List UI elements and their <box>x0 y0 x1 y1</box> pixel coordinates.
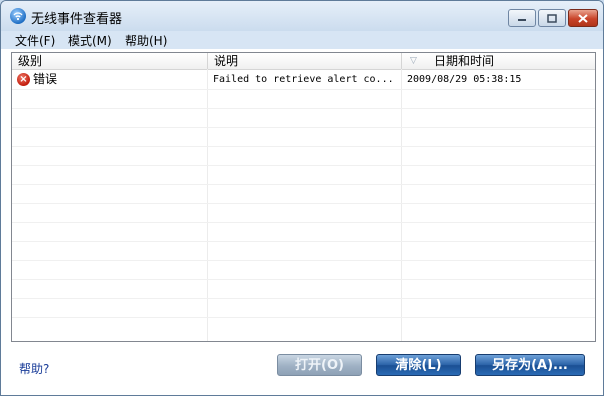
open-button[interactable]: 打开(O) <box>277 354 362 376</box>
column-divider <box>207 69 208 341</box>
title-bar[interactable]: 无线事件查看器 <box>1 1 603 31</box>
grid-line <box>12 127 595 128</box>
minimize-icon <box>518 19 526 21</box>
column-header-datetime-label: 日期和时间 <box>434 54 495 68</box>
close-button[interactable] <box>568 9 598 27</box>
event-list[interactable]: 级别 说明 ▽ 日期和时间 × 错误 Failed to retrieve al… <box>11 52 596 342</box>
column-divider <box>401 69 402 341</box>
maximize-button[interactable] <box>538 9 566 27</box>
column-header-level[interactable]: 级别 <box>12 53 208 69</box>
client-area: 级别 说明 ▽ 日期和时间 × 错误 Failed to retrieve al… <box>1 49 603 395</box>
table-row[interactable]: × 错误 Failed to retrieve alert co... 2009… <box>12 70 595 89</box>
menu-help[interactable]: 帮助(H) <box>125 32 167 49</box>
window-title: 无线事件查看器 <box>31 12 123 27</box>
grid-line <box>12 203 595 204</box>
grid-line <box>12 184 595 185</box>
save-as-button[interactable]: 另存为(A)... <box>475 354 585 376</box>
grid-line <box>12 260 595 261</box>
minimize-button[interactable] <box>508 9 536 27</box>
maximize-icon <box>547 13 557 23</box>
row-description: Failed to retrieve alert co... <box>213 74 394 85</box>
grid-line <box>12 241 595 242</box>
help-link[interactable]: 帮助? <box>19 360 49 377</box>
row-datetime: 2009/08/29 05:38:15 <box>407 74 522 85</box>
menu-bar: 文件(F) 模式(M) 帮助(H) <box>1 31 603 49</box>
error-icon: × <box>17 73 30 86</box>
grid-line <box>12 298 595 299</box>
wireless-app-icon <box>10 8 26 24</box>
clear-button-label: 清除(L) <box>395 358 442 373</box>
row-level: 错误 <box>33 72 58 86</box>
menu-mode[interactable]: 模式(M) <box>68 32 112 49</box>
grid-line <box>12 279 595 280</box>
menu-file[interactable]: 文件(F) <box>15 32 55 49</box>
close-icon <box>578 13 588 23</box>
save-as-button-label: 另存为(A)... <box>492 358 568 373</box>
open-button-label: 打开(O) <box>295 358 344 373</box>
grid-line <box>12 165 595 166</box>
grid-line <box>12 89 595 90</box>
grid-line <box>12 222 595 223</box>
wireless-event-viewer-window: 无线事件查看器 文件(F) 模式(M) 帮助(H) 级别 说明 ▽ 日期和时间 <box>0 0 604 396</box>
list-header: 级别 说明 ▽ 日期和时间 <box>12 53 595 70</box>
column-header-datetime[interactable]: ▽ 日期和时间 <box>402 53 595 69</box>
clear-button[interactable]: 清除(L) <box>376 354 461 376</box>
grid-line <box>12 317 595 318</box>
sort-descending-icon: ▽ <box>410 56 417 66</box>
column-header-description[interactable]: 说明 <box>208 53 402 69</box>
grid-line <box>12 146 595 147</box>
grid-line <box>12 108 595 109</box>
